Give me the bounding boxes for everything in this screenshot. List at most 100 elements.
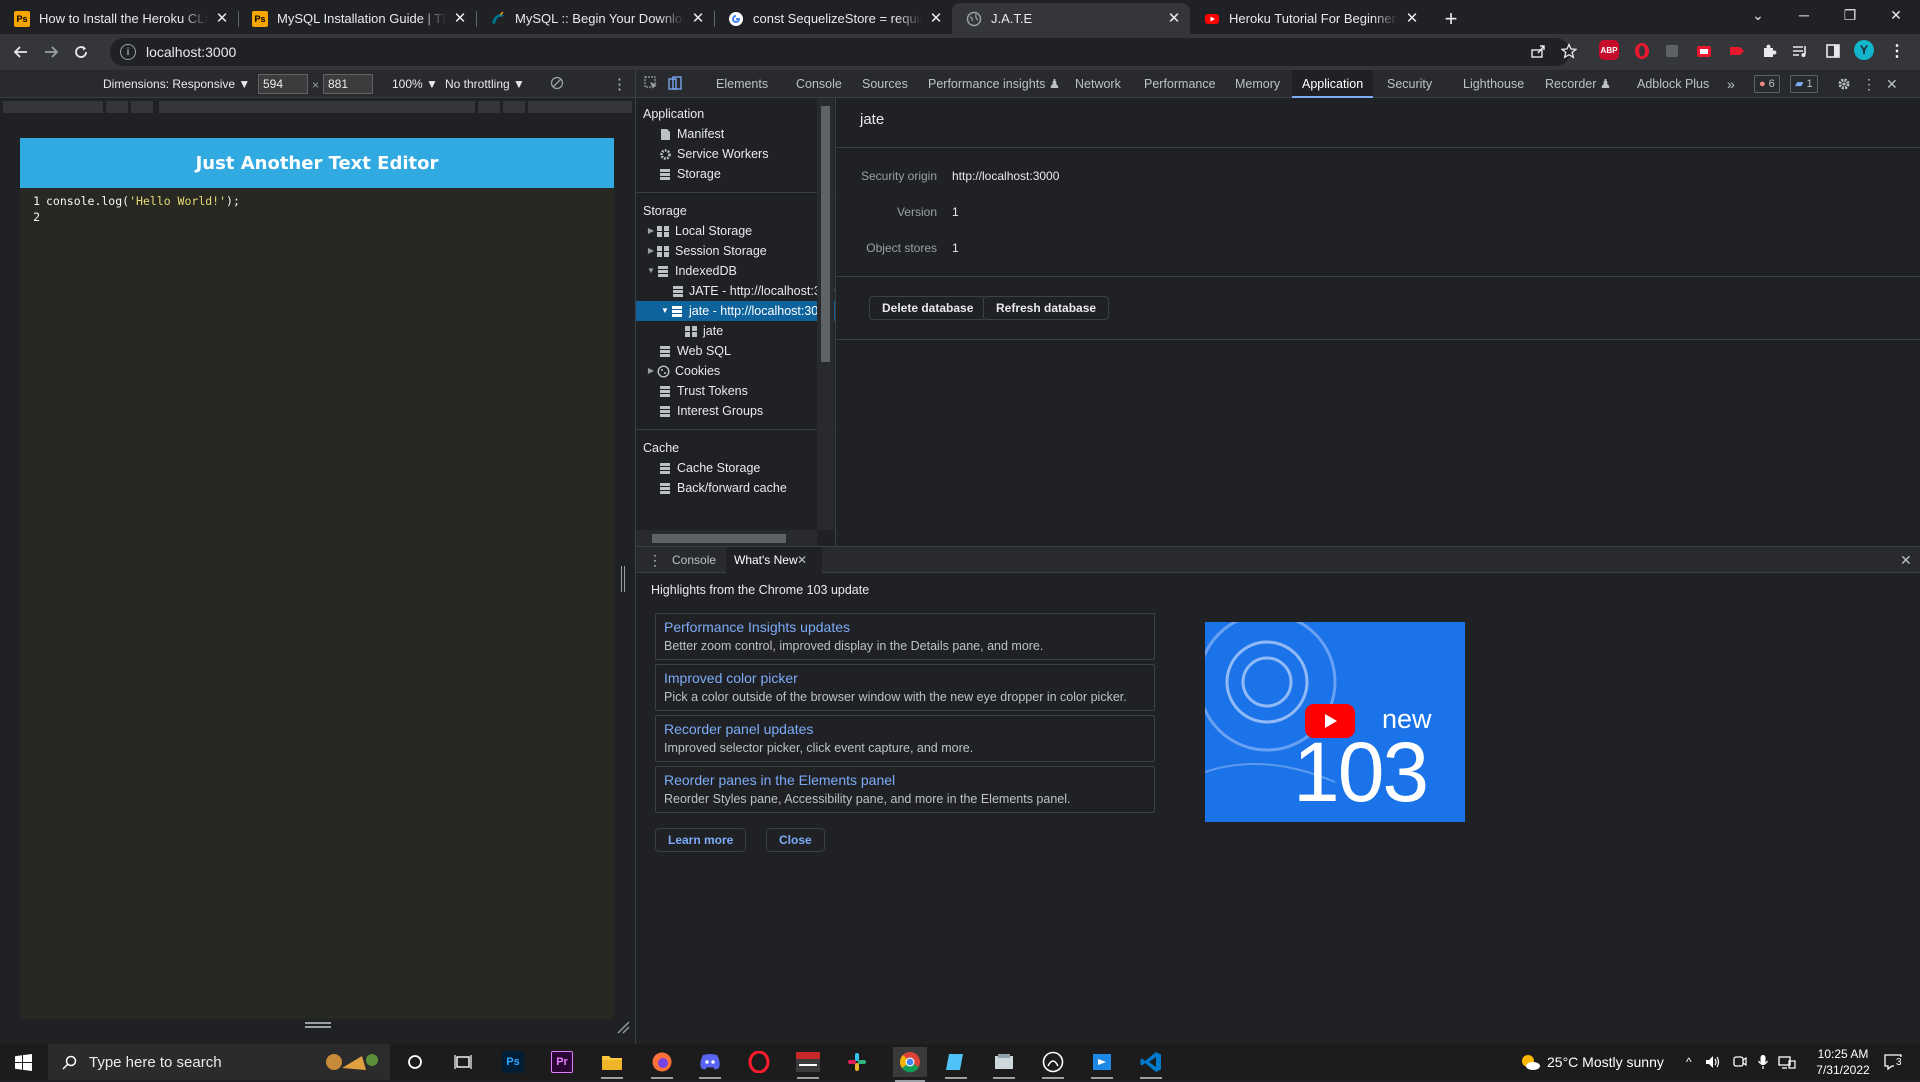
sidebar-item-storage[interactable]: Storage — [636, 164, 835, 184]
close-icon[interactable]: ✕ — [452, 10, 468, 27]
tab-application[interactable]: Application — [1292, 70, 1374, 98]
profile-avatar[interactable]: Y — [1854, 40, 1874, 60]
new-tab-button[interactable]: + — [1434, 3, 1468, 34]
settings-gear-icon[interactable] — [1833, 77, 1855, 91]
drawer-tab-console[interactable]: Console — [664, 547, 724, 573]
throttling-dropdown[interactable]: No throttling ▼ — [445, 77, 525, 91]
whats-new-card[interactable]: Improved color picker Pick a color outsi… — [655, 664, 1155, 711]
extension-icon[interactable] — [1661, 40, 1683, 62]
volume-icon[interactable] — [1705, 1044, 1721, 1080]
app-icon[interactable] — [991, 1050, 1017, 1079]
device-toggle-icon[interactable] — [664, 76, 686, 92]
ruler-segment[interactable] — [528, 101, 632, 113]
tab-network[interactable]: Network — [1065, 70, 1131, 98]
card-title-link[interactable]: Performance Insights updates — [664, 618, 1146, 637]
github-desktop-icon[interactable] — [1040, 1050, 1066, 1079]
close-icon[interactable]: ✕ — [928, 10, 944, 27]
notification-center-icon[interactable]: 3 — [1884, 1044, 1904, 1080]
expand-arrow-icon[interactable]: ▶ — [646, 361, 656, 381]
tray-overflow-icon[interactable]: ^ — [1686, 1044, 1692, 1080]
meet-now-icon[interactable] — [1733, 1044, 1747, 1080]
kebab-menu-icon[interactable]: ⋮ — [1886, 40, 1908, 62]
height-resize-handle[interactable] — [305, 1022, 331, 1028]
drawer-tab-whats-new[interactable]: What's New — [726, 547, 822, 573]
expand-arrow-icon[interactable]: ▶ — [646, 241, 656, 261]
sidebar-item-web-sql[interactable]: Web SQL — [636, 341, 835, 361]
sidebar-item-trust-tokens[interactable]: Trust Tokens — [636, 381, 835, 401]
media-control-icon[interactable] — [1789, 40, 1811, 62]
ruler-segment[interactable] — [3, 101, 103, 113]
sidebar-item-service-workers[interactable]: Service Workers — [636, 144, 835, 164]
photoshop-icon[interactable]: Ps — [502, 1051, 524, 1073]
cortana-icon[interactable] — [402, 1050, 428, 1074]
browser-tab[interactable]: const SequelizeStore = require('c ✕ — [714, 3, 952, 34]
close-tab-icon[interactable]: ✕ — [797, 547, 807, 573]
browser-tab[interactable]: MySQL :: Begin Your Download ✕ — [476, 3, 714, 34]
tab-sources[interactable]: Sources — [852, 70, 918, 98]
inspect-element-icon[interactable] — [640, 76, 662, 92]
sidebar-item-back-forward-cache[interactable]: Back/forward cache — [636, 478, 835, 498]
close-window-icon[interactable]: ✕ — [1873, 0, 1919, 30]
bookmark-star-icon[interactable] — [1558, 40, 1580, 62]
minimize-icon[interactable]: ─ — [1781, 0, 1827, 30]
code-line[interactable]: 1 console.log('Hello World!'); — [20, 193, 614, 209]
tab-performance-insights[interactable]: Performance insights ♟ — [918, 70, 1070, 98]
extensions-puzzle-icon[interactable] — [1758, 40, 1780, 62]
weather-widget[interactable]: 25°C Mostly sunny — [1519, 1044, 1664, 1080]
network-icon[interactable] — [1778, 1044, 1796, 1080]
task-view-icon[interactable] — [450, 1050, 476, 1074]
errors-badge[interactable]: ● 6 — [1754, 75, 1780, 93]
tab-memory[interactable]: Memory — [1225, 70, 1290, 98]
forward-icon[interactable] — [37, 38, 65, 66]
corner-resize-icon[interactable] — [616, 1020, 630, 1034]
refresh-database-button[interactable]: Refresh database — [983, 296, 1110, 320]
info-icon[interactable]: i — [120, 44, 136, 60]
sidebar-item-session-storage[interactable]: ▶ Session Storage — [636, 241, 835, 261]
close-icon[interactable]: ✕ — [214, 10, 230, 27]
windows-start-icon[interactable] — [10, 1050, 36, 1074]
card-title-link[interactable]: Recorder panel updates — [664, 720, 1146, 739]
ruler-segment[interactable] — [106, 101, 128, 113]
tab-performance[interactable]: Performance — [1134, 70, 1226, 98]
browser-tab[interactable]: Ps How to Install the Heroku CLI | Tr ✕ — [0, 3, 238, 34]
sidebar-item-indexeddb[interactable]: ▼ IndexedDB — [636, 261, 835, 281]
sidebar-item-cookies[interactable]: ▶ Cookies — [636, 361, 835, 381]
app-icon[interactable] — [943, 1050, 969, 1079]
address-bar[interactable]: i localhost:3000 — [110, 38, 1570, 66]
ruler-segment[interactable] — [159, 101, 475, 113]
premiere-icon[interactable]: Pr — [551, 1051, 573, 1073]
height-input[interactable]: 881 — [323, 74, 373, 94]
firefox-icon[interactable] — [649, 1050, 675, 1079]
learn-more-button[interactable]: Learn more — [655, 828, 747, 852]
voicemeeter-icon[interactable] — [795, 1050, 821, 1079]
chrome-icon[interactable] — [893, 1047, 927, 1082]
taskbar-search-box[interactable]: Type here to search — [48, 1044, 390, 1080]
opera-icon[interactable] — [746, 1050, 772, 1074]
sidebar-item-db-jate[interactable]: ▼ jate - http://localhost:3000 — [636, 301, 835, 321]
sidebar-horizontal-thumb[interactable] — [652, 534, 786, 543]
tab-lighthouse[interactable]: Lighthouse — [1453, 70, 1534, 98]
back-icon[interactable] — [7, 38, 35, 66]
card-title-link[interactable]: Reorder panes in the Elements panel — [664, 771, 1146, 790]
card-title-link[interactable]: Improved color picker — [664, 669, 1146, 688]
code-line[interactable]: 2 — [20, 209, 614, 225]
dimensions-dropdown[interactable]: Dimensions: Responsive ▼ — [103, 77, 250, 91]
sidebar-item-cache-storage[interactable]: Cache Storage — [636, 458, 835, 478]
tab-console[interactable]: Console — [786, 70, 852, 98]
width-input[interactable]: 594 — [258, 74, 308, 94]
expand-arrow-icon[interactable]: ▶ — [646, 221, 656, 241]
restore-icon[interactable]: ❐ — [1827, 0, 1873, 30]
adblock-plus-icon[interactable]: ABP — [1599, 40, 1619, 60]
ruler-segment[interactable] — [478, 101, 500, 113]
delete-database-button[interactable]: Delete database — [869, 296, 987, 320]
browser-tab[interactable]: Heroku Tutorial For Beginners - D ✕ — [1190, 3, 1428, 34]
ruler-segment[interactable] — [131, 101, 153, 113]
customize-menu-icon[interactable]: ⋮ — [1858, 70, 1880, 98]
sidebar-scroll-thumb[interactable] — [821, 106, 830, 362]
tab-security[interactable]: Security — [1377, 70, 1442, 98]
collapse-arrow-icon[interactable]: ▼ — [646, 261, 656, 281]
width-resize-handle[interactable] — [621, 566, 625, 592]
device-menu-icon[interactable]: ⋮ — [612, 75, 627, 93]
reload-icon[interactable] — [67, 38, 95, 66]
close-drawer-icon[interactable]: ✕ — [1892, 547, 1920, 573]
